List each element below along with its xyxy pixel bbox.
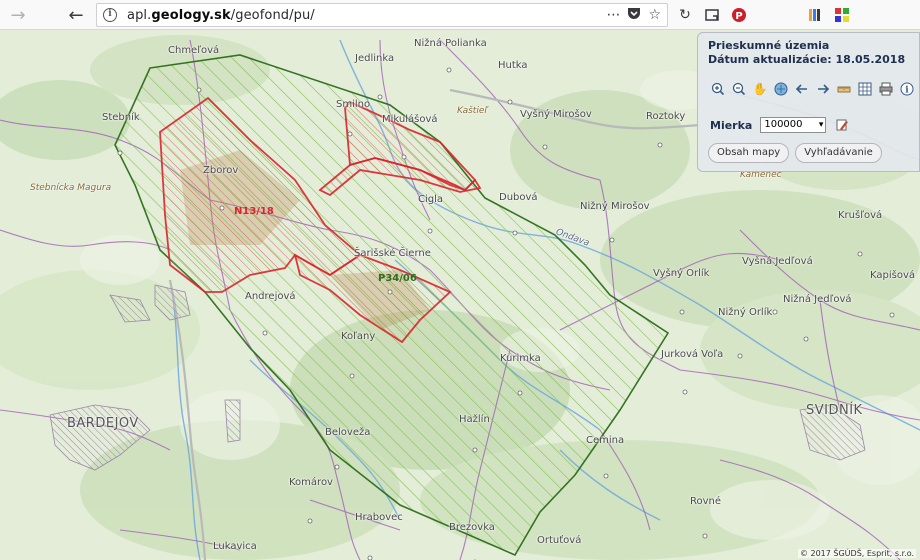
panel-header: Prieskumné územia Dátum aktualizácie: 18…	[708, 39, 905, 67]
screenshot-icon[interactable]	[703, 6, 721, 24]
place-vysna-jedlova: Vyšná Jedľová	[742, 256, 813, 267]
svg-text:P: P	[735, 11, 742, 22]
bookmark-star-icon[interactable]: ☆	[648, 7, 661, 23]
browser-toolbar: → ← i apl.geology.sk/geofond/pu/ ⋯ ☆ ↻ P	[0, 0, 920, 30]
place-chmelova: Chmeľová	[168, 45, 220, 56]
place-ortutova: Ortuťová	[537, 535, 582, 546]
place-vysny-orlik: Vyšný Orlík	[653, 268, 710, 279]
url-text[interactable]: apl.geology.sk/geofond/pu/	[127, 8, 315, 23]
zoom-extent-icon[interactable]	[773, 81, 789, 97]
place-komarov: Komárov	[289, 477, 333, 488]
info-icon[interactable]: i	[103, 8, 117, 22]
place-cemina: Cemina	[586, 435, 625, 446]
reload-icon[interactable]: ↻	[676, 6, 694, 24]
url-prefix: apl.	[127, 7, 152, 23]
place-rovne: Rovné	[690, 496, 722, 507]
panel-toolbar: ✋ i	[710, 81, 915, 97]
map-content-button[interactable]: Obsah mapy	[708, 143, 790, 163]
place-hrabovec: Hrabovec	[355, 512, 403, 523]
map-copyright: © 2017 ŠGÚDŠ, Esprit, s.r.o.	[797, 549, 916, 558]
addon-icon[interactable]	[833, 6, 851, 24]
print-icon[interactable]	[878, 81, 894, 97]
scale-row: Mierka 100000 ▾	[710, 117, 850, 133]
chevron-down-icon: ▾	[818, 120, 824, 130]
place-sarisske-cierne: Šarišské Čierne	[354, 248, 431, 259]
place-stebnik: Stebník	[102, 112, 140, 123]
place-vysny-mirosov: Vyšný Mirošov	[520, 109, 592, 120]
place-nizna-jedlova: Nižná Jedľová	[783, 294, 852, 305]
edit-scale-icon[interactable]	[834, 117, 850, 133]
svg-text:i: i	[905, 86, 909, 96]
back-arrow-icon[interactable]: ←	[62, 1, 90, 29]
place-cigla: Cigla	[418, 194, 444, 205]
search-button[interactable]: Vyhľadávanie	[795, 143, 882, 163]
place-kastiel: Kaštieľ	[457, 106, 487, 116]
place-lukavica: Lukavica	[213, 541, 257, 552]
place-smilno: Smilno	[336, 99, 371, 110]
place-stebnicka-magura: Stebnícka Magura	[30, 183, 112, 193]
place-dubova: Dubová	[499, 192, 538, 203]
place-nizny-mirosov: Nižný Mirošov	[580, 201, 650, 212]
place-brezovka: Brezovka	[449, 522, 495, 533]
forward-icon[interactable]	[815, 81, 831, 97]
place-nizna-polianka: Nižná Polianka	[414, 38, 487, 49]
place-svidnik: SVIDNÍK	[806, 403, 863, 418]
library-icon[interactable]	[806, 6, 824, 24]
panel-buttons: Obsah mapy Vyhľadávanie	[708, 143, 882, 163]
scale-value: 100000	[764, 119, 803, 130]
zoom-in-icon[interactable]	[710, 81, 726, 97]
place-nizny-orlik: Nižný Orlík	[718, 307, 773, 318]
more-dots-icon[interactable]: ⋯	[606, 7, 620, 23]
place-kruzlova: Krušľová	[838, 210, 883, 221]
place-mikulasova: Mikulášová	[382, 114, 438, 125]
place-kapisova: Kapišová	[870, 270, 916, 281]
zoom-out-icon[interactable]	[731, 81, 747, 97]
place-beloveza: Beloveža	[325, 427, 371, 438]
panel-title: Prieskumné územia	[708, 39, 830, 52]
map-control-panel: Prieskumné územia Dátum aktualizácie: 18…	[697, 32, 920, 172]
url-bar[interactable]: i apl.geology.sk/geofond/pu/ ⋯ ☆	[96, 3, 668, 27]
scale-select[interactable]: 100000 ▾	[760, 117, 827, 133]
place-roztoky: Roztoky	[646, 111, 686, 122]
url-path: /geofond/pu/	[230, 7, 315, 23]
measure-icon[interactable]	[836, 81, 852, 97]
place-hutka: Hutka	[498, 60, 528, 71]
pinterest-icon[interactable]: P	[730, 6, 748, 24]
pocket-icon[interactable]	[627, 6, 641, 24]
place-kurimka: Kurimka	[500, 353, 541, 364]
place-zborov: Zborov	[203, 165, 239, 176]
panel-date: Dátum aktualizácie: 18.05.2018	[708, 53, 906, 66]
place-hazlin: Hažlín	[459, 414, 490, 425]
pan-hand-icon[interactable]: ✋	[752, 81, 768, 97]
scale-label: Mierka	[710, 118, 753, 132]
place-kozany: Koľany	[341, 331, 376, 342]
back-icon[interactable]	[794, 81, 810, 97]
label-n13-18: N13/18	[234, 206, 274, 217]
place-jedlinka: Jedlinka	[355, 53, 395, 64]
url-host: geology.sk	[151, 7, 231, 23]
place-bardejov: BARDEJOV	[67, 416, 139, 431]
place-jurkova-vola: Jurková Voľa	[661, 349, 724, 360]
info-icon[interactable]: i	[899, 81, 915, 97]
grid-icon[interactable]	[857, 81, 873, 97]
label-p34-06: P34/06	[378, 273, 417, 284]
place-andrejova: Andrejová	[245, 291, 296, 302]
forward-arrow-icon[interactable]: →	[4, 1, 32, 29]
